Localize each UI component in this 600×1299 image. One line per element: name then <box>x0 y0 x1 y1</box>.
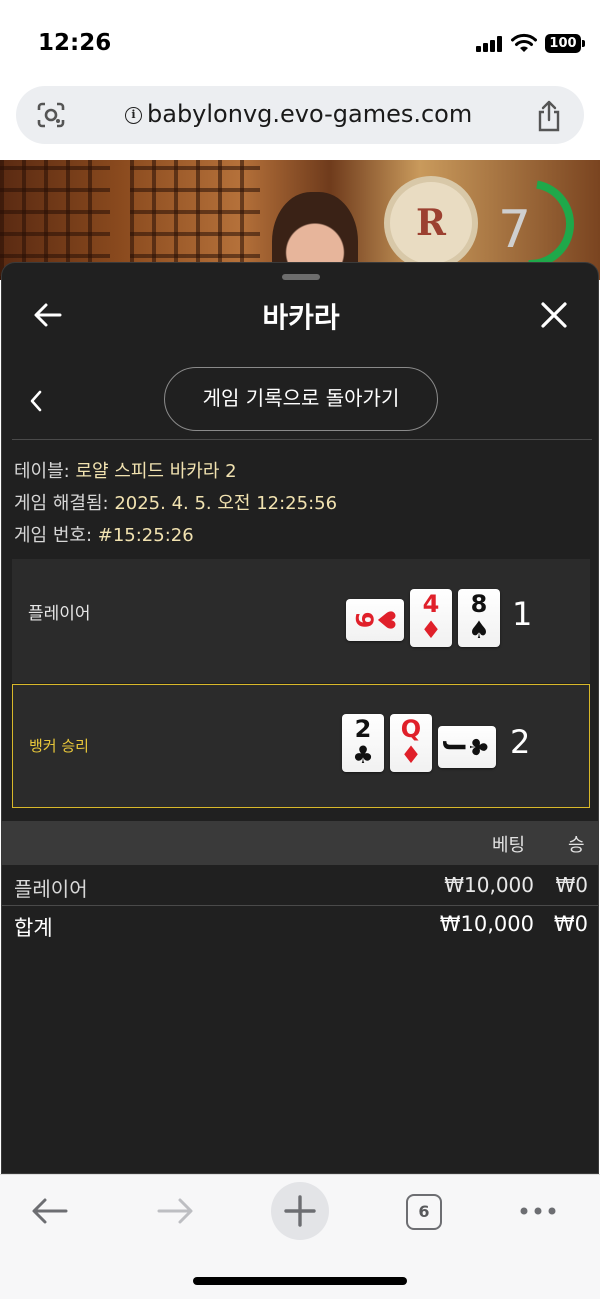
bet-column-header: 베팅 <box>492 835 526 856</box>
browser-back-icon[interactable] <box>30 1195 70 1227</box>
banker-card-1: 2 ♣ <box>342 714 384 772</box>
player-hand: 플레이어 9 ♥ 4 ♦ 8 ♠ 1 <box>12 559 590 683</box>
countdown-timer: 7 <box>498 200 532 260</box>
game-number-value: #15:25:26 <box>97 525 194 546</box>
banker-card-3: J ♣ <box>438 726 496 768</box>
banker-label: 뱅커 승리 <box>29 737 89 755</box>
total-row: 합계 ₩10,000 ₩0 <box>2 905 598 943</box>
player-card-3: 8 ♠ <box>458 589 500 647</box>
game-number-label: 게임 번호: <box>14 525 98 546</box>
diamond-icon: ♦ <box>400 741 422 769</box>
total-bet-amount: ₩10,000 <box>439 912 534 936</box>
banker-hand: 뱅커 승리 2 ♣ Q ♦ J ♣ 2 <box>12 684 590 808</box>
emblem-letter: R <box>416 202 446 244</box>
win-column-header: 승 <box>568 835 585 856</box>
share-icon[interactable] <box>534 100 564 132</box>
diamond-icon: ♦ <box>420 616 442 644</box>
settled-info-label: 게임 해결됨: <box>14 493 115 514</box>
game-number-info: 게임 번호: #15:25:26 <box>14 521 194 547</box>
tabs-icon[interactable]: 6 <box>406 1194 442 1230</box>
settled-info: 게임 해결됨: 2025. 4. 5. 오전 12:25:56 <box>14 489 337 515</box>
club-icon: ♣ <box>352 741 374 769</box>
player-score: 1 <box>512 595 533 633</box>
more-icon[interactable] <box>518 1205 558 1217</box>
bet-name: 플레이어 <box>14 877 88 901</box>
address-bar[interactable]: i babylonvg.evo-games.com <box>16 86 584 144</box>
status-time: 12:26 <box>38 30 112 56</box>
settled-info-value: 2025. 4. 5. 오전 12:25:56 <box>114 493 338 514</box>
status-bar: 12:26 100 <box>0 0 600 86</box>
club-icon: ♣ <box>464 736 492 758</box>
heart-icon: ♥ <box>372 609 400 631</box>
banker-score: 2 <box>510 723 531 761</box>
win-amount: ₩0 <box>555 873 589 897</box>
browser-forward-icon[interactable] <box>155 1195 195 1227</box>
close-icon[interactable] <box>539 300 569 330</box>
card-rank: 2 <box>354 715 372 743</box>
bet-table-header: 베팅 승 <box>2 821 598 865</box>
battery-icon: 100 <box>545 34 585 53</box>
divider <box>12 439 592 440</box>
card-rank: 4 <box>422 590 440 618</box>
chevron-left-icon[interactable] <box>24 387 48 415</box>
spade-icon: ♠ <box>468 616 490 644</box>
new-tab-button[interactable] <box>271 1182 329 1240</box>
total-label: 합계 <box>14 916 53 940</box>
back-to-history-button[interactable]: 게임 기록으로 돌아가기 <box>164 367 438 431</box>
player-card-2: 4 ♦ <box>410 589 452 647</box>
sheet-title: 바카라 <box>262 301 340 334</box>
player-card-1: 9 ♥ <box>346 599 404 641</box>
card-rank: Q <box>400 715 422 743</box>
new-tab-plus-icon <box>284 1195 316 1227</box>
google-lens-icon[interactable] <box>36 101 66 129</box>
table-info: 테이블: 로얄 스피드 바카라 2 <box>14 457 237 483</box>
total-win-amount: ₩0 <box>553 912 588 936</box>
banker-card-2: Q ♦ <box>390 714 432 772</box>
player-label: 플레이어 <box>28 604 91 624</box>
wifi-icon <box>511 33 537 52</box>
url-text[interactable]: babylonvg.evo-games.com <box>147 100 472 128</box>
table-row: 플레이어 ₩10,000 ₩0 <box>2 866 598 904</box>
table-info-value: 로얄 스피드 바카라 2 <box>75 461 237 482</box>
info-icon[interactable]: i <box>125 107 142 124</box>
table-emblem: R <box>384 176 478 270</box>
cellular-signal-icon <box>476 36 502 52</box>
browser-toolbar: 6 <box>0 1174 600 1299</box>
home-indicator[interactable] <box>193 1277 407 1285</box>
table-info-label: 테이블: <box>14 461 76 482</box>
card-rank: 8 <box>470 590 488 618</box>
game-history-sheet: 바카라 게임 기록으로 돌아가기 테이블: 로얄 스피드 바카라 2 게임 해결… <box>1 262 599 1174</box>
sheet-grabber[interactable] <box>282 274 320 280</box>
bet-amount: ₩10,000 <box>444 873 534 897</box>
